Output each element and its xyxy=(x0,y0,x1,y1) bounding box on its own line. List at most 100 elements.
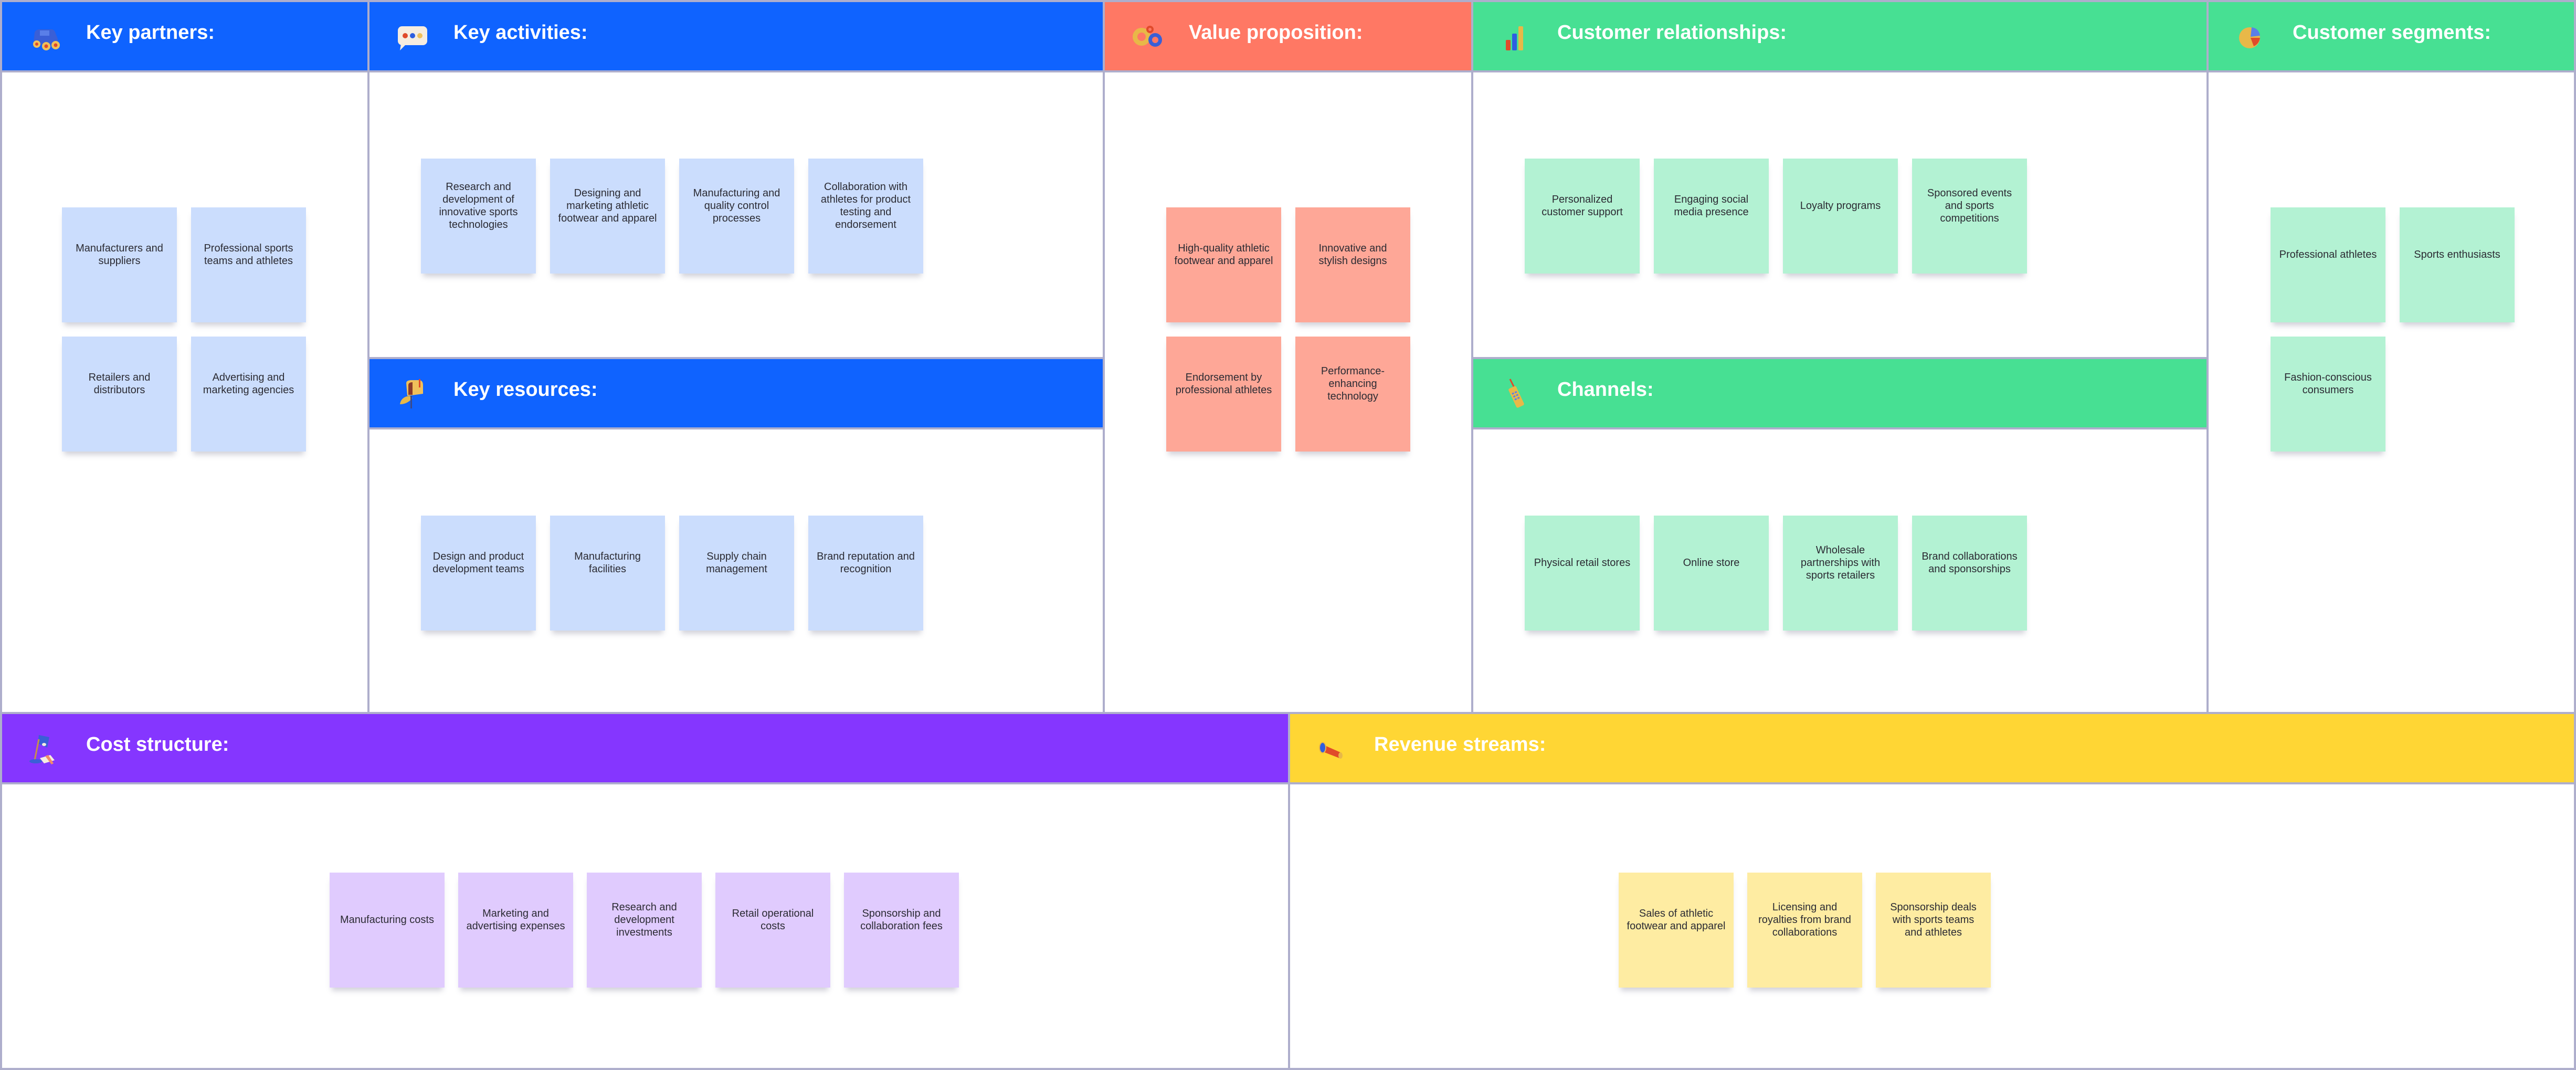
sticky-note-text: Designing and marketing athletic footwea… xyxy=(558,187,657,224)
sticky-note[interactable]: Research and development of innovative s… xyxy=(421,159,536,274)
sticky-note-text: Sponsorship deals with sports teams and … xyxy=(1890,901,1977,938)
sticky-note[interactable]: Personalized customer support xyxy=(1525,159,1640,274)
key-resources-title: Key resources: xyxy=(453,379,598,401)
customer-segments-header: Customer segments: xyxy=(2209,2,2574,72)
key-activities-header: Key activities: xyxy=(369,2,1103,72)
sticky-note-text: Brand reputation and recognition xyxy=(817,550,915,575)
toy-car-icon xyxy=(27,21,64,53)
sticky-note[interactable]: Online store xyxy=(1654,516,1769,631)
section-channels: Channels: Physical retail stores Online … xyxy=(1471,357,2209,714)
sticky-note[interactable]: Sponsorship deals with sports teams and … xyxy=(1876,873,1991,988)
sticky-note[interactable]: Professional sports teams and athletes xyxy=(191,207,306,322)
sticky-note[interactable]: Design and product development teams xyxy=(421,516,536,631)
sticky-note[interactable]: Research and development investments xyxy=(587,873,702,988)
revenue-streams-title: Revenue streams: xyxy=(1374,733,1546,756)
sticky-note-text: Online store xyxy=(1683,557,1740,569)
sticky-note[interactable]: Physical retail stores xyxy=(1525,516,1640,631)
section-value-proposition: Value proposition: High-quality athletic… xyxy=(1103,0,1473,714)
sticky-note[interactable]: Manufacturers and suppliers xyxy=(62,207,177,322)
sticky-note[interactable]: Sales of athletic footwear and apparel xyxy=(1619,873,1734,988)
sticky-note-text: Research and development investments xyxy=(611,901,677,938)
sticky-note[interactable]: Manufacturing facilities xyxy=(550,516,665,631)
pie-chart-icon xyxy=(2234,21,2271,53)
bar-chart-icon xyxy=(1498,21,1535,53)
sticky-note[interactable]: Collaboration with athletes for product … xyxy=(808,159,923,274)
sticky-note[interactable]: Fashion-conscious consumers xyxy=(2271,337,2385,452)
sticky-note-text: Marketing and advertising expenses xyxy=(466,907,565,932)
sticky-note-text: Manufacturers and suppliers xyxy=(76,242,163,267)
chat-bubble-icon xyxy=(395,21,431,53)
sticky-note-text: Loyalty programs xyxy=(1800,200,1881,212)
desk-lamp-icon xyxy=(27,733,64,764)
section-key-activities: Key activities: Research and development… xyxy=(367,0,1105,359)
sticky-note-text: Engaging social media presence xyxy=(1674,193,1749,218)
telescope-icon xyxy=(1315,733,1352,764)
sticky-note[interactable]: Brand collaborations and sponsorships xyxy=(1912,516,2027,631)
sticky-note-text: Brand collaborations and sponsorships xyxy=(1922,550,2018,575)
revenue-streams-header: Revenue streams: xyxy=(1290,714,2574,784)
sticky-note-text: Sports enthusiasts xyxy=(2414,248,2500,260)
sticky-note[interactable]: Manufacturing costs xyxy=(330,873,445,988)
section-revenue-streams: Revenue streams: Sales of athletic footw… xyxy=(1288,712,2576,1070)
sticky-note-text: Retailers and distributors xyxy=(88,371,151,396)
sticky-note[interactable]: Engaging social media presence xyxy=(1654,159,1769,274)
sticky-note[interactable]: Sports enthusiasts xyxy=(2400,207,2515,322)
key-activities-title: Key activities: xyxy=(453,22,588,44)
sticky-note-text: Manufacturing costs xyxy=(340,914,434,926)
sticky-note[interactable]: Professional athletes xyxy=(2271,207,2385,322)
section-cost-structure: Cost structure: Manufacturing costs Mark… xyxy=(0,712,1290,1070)
sticky-note-text: Manufacturing facilities xyxy=(574,550,641,575)
sticky-note[interactable]: Marketing and advertising expenses xyxy=(458,873,573,988)
sticky-note[interactable]: Designing and marketing athletic footwea… xyxy=(550,159,665,274)
sticky-note-text: Fashion-conscious consumers xyxy=(2284,371,2372,396)
sticky-note[interactable]: Retail operational costs xyxy=(715,873,830,988)
sticky-note[interactable]: Retailers and distributors xyxy=(62,337,177,452)
sticky-note[interactable]: Endorsement by professional athletes xyxy=(1166,337,1281,452)
sticky-note[interactable]: Brand reputation and recognition xyxy=(808,516,923,631)
sticky-note[interactable]: Supply chain management xyxy=(679,516,794,631)
customer-relationships-header: Customer relationships: xyxy=(1473,2,2207,72)
sticky-note-text: High-quality athletic footwear and appar… xyxy=(1174,242,1273,267)
sticky-note-text: Sponsorship and collaboration fees xyxy=(860,907,943,932)
key-partners-title: Key partners: xyxy=(86,22,215,44)
sticky-note[interactable]: Advertising and marketing agencies xyxy=(191,337,306,452)
sticky-note-text: Manufacturing and quality control proces… xyxy=(693,187,780,224)
key-partners-header: Key partners: xyxy=(2,2,367,72)
sticky-note[interactable]: High-quality athletic footwear and appar… xyxy=(1166,207,1281,322)
sticky-note-text: Collaboration with athletes for product … xyxy=(820,181,911,230)
sticky-note-text: Endorsement by professional athletes xyxy=(1175,371,1272,396)
sticky-note[interactable]: Sponsored events and sports competitions xyxy=(1912,159,2027,274)
sticky-note-text: Retail operational costs xyxy=(732,907,814,932)
sticky-note[interactable]: Licensing and royalties from brand colla… xyxy=(1747,873,1862,988)
mobile-phone-icon xyxy=(1498,378,1535,410)
section-customer-segments: Customer segments: Professional athletes… xyxy=(2207,0,2576,714)
sticky-note-text: Performance-enhancing technology xyxy=(1321,365,1385,402)
cost-structure-header: Cost structure: xyxy=(2,714,1288,784)
gears-icon xyxy=(1130,21,1167,53)
sticky-note-text: Design and product development teams xyxy=(432,550,524,575)
sticky-note-text: Professional athletes xyxy=(2279,248,2377,260)
sticky-note-text: Wholesale partnerships with sports retai… xyxy=(1800,544,1881,581)
sticky-note-text: Sponsored events and sports competitions xyxy=(1927,187,2012,224)
sticky-note-text: Personalized customer support xyxy=(1542,193,1623,218)
channels-header: Channels: xyxy=(1473,359,2207,429)
sticky-note-text: Innovative and stylish designs xyxy=(1318,242,1387,267)
sticky-note[interactable]: Wholesale partnerships with sports retai… xyxy=(1783,516,1898,631)
value-proposition-header: Value proposition: xyxy=(1105,2,1471,72)
sticky-note[interactable]: Performance-enhancing technology xyxy=(1295,337,1410,452)
sticky-note-text: Licensing and royalties from brand colla… xyxy=(1758,901,1851,938)
section-key-resources: Key resources: Design and product develo… xyxy=(367,357,1105,714)
sticky-note-text: Professional sports teams and athletes xyxy=(204,242,293,267)
sticky-note-text: Supply chain management xyxy=(706,550,767,575)
customer-segments-title: Customer segments: xyxy=(2293,22,2491,44)
mailbox-icon xyxy=(395,378,431,410)
sticky-note-text: Physical retail stores xyxy=(1534,557,1631,569)
sticky-note[interactable]: Sponsorship and collaboration fees xyxy=(844,873,959,988)
section-customer-relationships: Customer relationships: Personalized cus… xyxy=(1471,0,2209,359)
customer-relationships-title: Customer relationships: xyxy=(1557,22,1787,44)
sticky-note-text: Sales of athletic footwear and apparel xyxy=(1627,907,1726,932)
sticky-note[interactable]: Innovative and stylish designs xyxy=(1295,207,1410,322)
sticky-note[interactable]: Loyalty programs xyxy=(1783,159,1898,274)
section-key-partners: Key partners: Manufacturers and supplier… xyxy=(0,0,369,714)
sticky-note[interactable]: Manufacturing and quality control proces… xyxy=(679,159,794,274)
